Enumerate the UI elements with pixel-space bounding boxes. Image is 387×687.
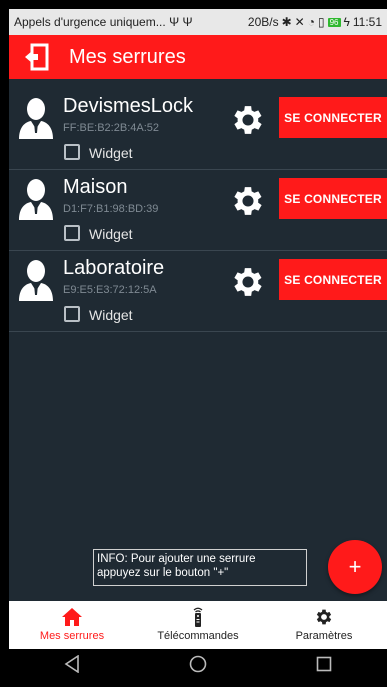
lock-mac-address: E9:E5:E3:72:12:5A	[63, 284, 157, 296]
home-circle-icon[interactable]	[188, 654, 208, 674]
lock-settings-gear-icon[interactable]	[229, 101, 267, 139]
widget-label: Widget	[89, 307, 133, 323]
lock-settings-gear-icon[interactable]	[229, 263, 267, 301]
lock-mac-address: FF:BE:B2:2B:4A:52	[63, 122, 159, 134]
status-carrier-text: Appels d'urgence uniquem... Ψ Ψ	[14, 15, 193, 29]
system-navigation-bar	[9, 649, 387, 678]
status-right: 20B/s ✱ ✕ ◔ ▯ 96 ϟ 11:51	[248, 15, 382, 29]
lock-name: Maison	[63, 176, 128, 198]
nav-label: Mes serrures	[39, 630, 105, 642]
network-speed: 20B/s	[247, 15, 279, 29]
lock-mac-address: D1:F7:B1:98:BD:39	[63, 203, 159, 215]
lock-item[interactable]: Laboratoire E9:E5:E3:72:12:5A Widget SE …	[9, 251, 387, 332]
lock-name: Laboratoire	[63, 257, 165, 279]
app-bar: Mes serrures	[9, 35, 387, 79]
lock-settings-gear-icon[interactable]	[229, 182, 267, 220]
clock: 11:51	[352, 15, 382, 29]
plus-icon: +	[348, 554, 362, 579]
page-title: Mes serrures	[69, 45, 186, 68]
bottom-navigation: Mes serrures Télécommandes Paramètres	[9, 601, 387, 649]
door-exit-icon[interactable]	[23, 43, 51, 71]
nav-label: Télécommandes	[157, 630, 239, 642]
user-avatar-icon	[19, 260, 53, 301]
user-avatar-icon	[19, 179, 53, 220]
lock-item[interactable]: Maison D1:F7:B1:98:BD:39 Widget SE CONNE…	[9, 170, 387, 251]
nav-tab-locks[interactable]: Mes serrures	[9, 601, 135, 649]
widget-label: Widget	[89, 145, 133, 161]
nav-tab-settings[interactable]: Paramètres	[261, 601, 387, 649]
info-line-2: appuyez sur le bouton "+"	[97, 567, 229, 579]
widget-checkbox[interactable]	[64, 225, 80, 241]
lock-item[interactable]: DevismesLock FF:BE:B2:2B:4A:52 Widget SE…	[9, 89, 387, 170]
wifi-icon: ◔	[307, 15, 315, 29]
charging-icon: ϟ	[343, 15, 350, 29]
nav-label: Paramètres	[295, 630, 353, 642]
info-line-1: INFO: Pour ajouter une serrure	[97, 553, 256, 565]
home-icon	[62, 608, 82, 626]
nav-tab-remotes[interactable]: Télécommandes	[135, 601, 261, 649]
user-avatar-icon	[19, 98, 53, 139]
widget-label: Widget	[89, 226, 133, 242]
usb-icon: Ψ Ψ	[169, 15, 193, 29]
recents-icon[interactable]	[314, 654, 334, 674]
connect-button[interactable]: SE CONNECTER	[279, 259, 387, 300]
lock-name: DevismesLock	[63, 95, 194, 117]
vibrate-icon: ▯	[317, 15, 325, 29]
gear-icon	[316, 609, 332, 625]
info-message: INFO: Pour ajouter une serrure appuyez s…	[93, 549, 307, 586]
mute-icon: ✕	[294, 15, 305, 29]
phone-screen: Appels d'urgence uniquem... Ψ Ψ 20B/s ✱ …	[9, 9, 387, 678]
bluetooth-icon: ✱	[281, 15, 292, 29]
connect-button[interactable]: SE CONNECTER	[279, 178, 387, 219]
back-icon[interactable]	[62, 654, 82, 674]
remote-icon	[193, 607, 203, 627]
widget-checkbox[interactable]	[64, 306, 80, 322]
lock-list: DevismesLock FF:BE:B2:2B:4A:52 Widget SE…	[9, 89, 387, 332]
battery-icon: 96	[327, 17, 341, 27]
connect-button[interactable]: SE CONNECTER	[279, 97, 387, 138]
status-bar: Appels d'urgence uniquem... Ψ Ψ 20B/s ✱ …	[9, 9, 387, 35]
widget-checkbox[interactable]	[64, 144, 80, 160]
add-lock-button[interactable]: +	[328, 540, 382, 594]
